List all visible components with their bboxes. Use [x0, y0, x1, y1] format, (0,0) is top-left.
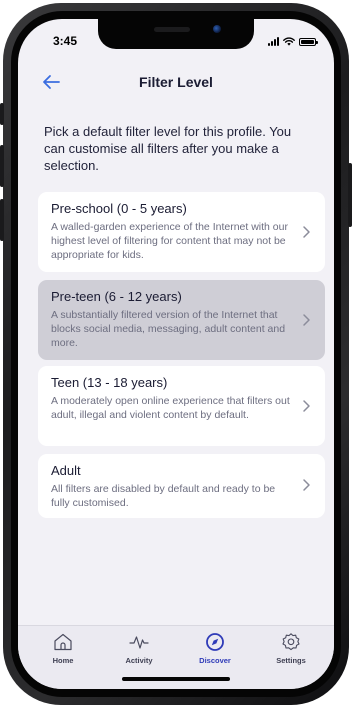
filter-level-description: A walled-garden experience of the Intern… [51, 221, 288, 261]
filter-level-preteen[interactable]: Pre-teen (6 - 12 years) A substantially … [38, 280, 325, 360]
filter-level-title: Pre-school (0 - 5 years) [51, 201, 187, 216]
tab-label: Activity [125, 656, 153, 665]
screen: 3:45 Filter Level Pick a default filter … [18, 19, 334, 689]
tab-settings[interactable]: Settings [261, 632, 321, 672]
house-icon [54, 633, 72, 651]
status-icons [268, 37, 318, 46]
chevron-right-icon [303, 226, 310, 238]
chevron-right-icon [303, 479, 310, 491]
filter-level-description: A moderately open online experience that… [51, 395, 290, 421]
status-time: 3:45 [53, 34, 78, 48]
wifi-icon [283, 37, 295, 46]
filter-level-adult[interactable]: Adult All filters are disabled by defaul… [38, 454, 325, 518]
power-button [348, 163, 352, 227]
chevron-right-icon [303, 314, 310, 326]
pulse-icon [129, 636, 149, 649]
volume-up-button [0, 145, 4, 187]
chevron-right-icon [303, 400, 310, 412]
tab-bar: Home Activity Discover Settings [18, 625, 334, 689]
volume-down-button [0, 199, 4, 241]
tab-label: Settings [276, 656, 306, 665]
filter-level-title: Adult [51, 463, 81, 478]
phone-frame: 3:45 Filter Level Pick a default filter … [0, 3, 352, 705]
notch [98, 19, 254, 49]
signal-icon [268, 37, 279, 46]
filter-level-description: A substantially filtered version of the … [51, 309, 286, 349]
filter-level-title: Teen (13 - 18 years) [51, 375, 168, 390]
filter-level-teen[interactable]: Teen (13 - 18 years) A moderately open o… [38, 366, 325, 446]
speaker-grille [154, 27, 190, 32]
silent-switch [0, 103, 4, 125]
battery-icon [299, 38, 318, 46]
filter-level-preschool[interactable]: Pre-school (0 - 5 years) A walled-garden… [38, 192, 325, 272]
compass-icon [206, 633, 224, 651]
home-indicator [122, 677, 230, 681]
gear-icon [282, 633, 300, 651]
nav-bar: Filter Level [18, 69, 334, 97]
filter-level-description: All filters are disabled by default and … [51, 483, 276, 509]
tab-label: Home [52, 656, 74, 665]
tab-label: Discover [199, 656, 231, 665]
intro-text: Pick a default filter level for this pro… [44, 124, 292, 173]
tab-activity[interactable]: Activity [109, 632, 169, 672]
page-title: Filter Level [139, 74, 213, 90]
tab-home[interactable]: Home [33, 632, 93, 672]
tab-discover[interactable]: Discover [185, 632, 245, 672]
filter-level-title: Pre-teen (6 - 12 years) [51, 289, 182, 304]
front-camera [213, 25, 221, 33]
